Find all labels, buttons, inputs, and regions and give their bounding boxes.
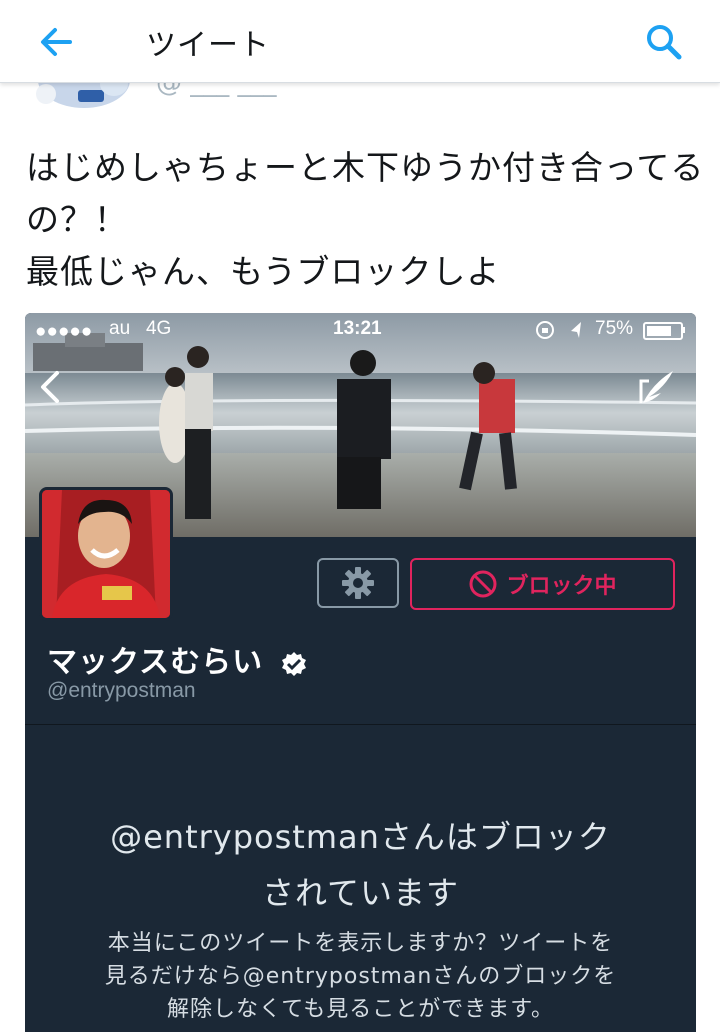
profile-screen-name: @entrypostman — [47, 679, 196, 702]
settings-button[interactable] — [317, 558, 399, 608]
profile-back-button[interactable] — [35, 367, 65, 407]
divider — [25, 724, 696, 725]
avatar-image — [42, 490, 170, 618]
compose-tweet-button[interactable] — [635, 365, 679, 409]
signal-strength: ●●●●● — [35, 321, 93, 342]
attached-screenshot[interactable]: ●●●●● au 4G 13:21 75% ブロック中 マックスむらい @ent… — [25, 313, 696, 1032]
profile-avatar[interactable] — [39, 487, 173, 621]
location-rotation-icons — [536, 321, 581, 339]
top-app-bar: ツイート — [0, 0, 720, 83]
battery-level — [647, 326, 671, 336]
blocked-notice-title: @entrypostmanさんはブロック されています — [110, 818, 611, 912]
gear-icon — [342, 567, 374, 599]
back-button[interactable] — [36, 22, 76, 62]
profile-display-name: マックスむらい — [47, 637, 307, 681]
verified-badge-icon — [281, 651, 306, 676]
carrier-label: au 4G — [109, 318, 171, 340]
page-title: ツイート — [146, 28, 270, 63]
network-type: 4G — [145, 318, 172, 339]
carrier-name: au — [109, 318, 131, 339]
search-button[interactable] — [644, 22, 684, 62]
tweet-author-row[interactable]: @ ___ ___ — [0, 82, 720, 122]
battery-percent: 75% — [595, 318, 634, 339]
arrow-left-icon — [41, 28, 72, 56]
blocked-notice-description: 本当にこのツイートを表示しますか？ツイートを 見るだけなら@entrypostm… — [104, 931, 617, 1022]
tweet-text: はじめしゃちょーと木下ゆうか付き合ってるの？！ 最低じゃん、もうブロックしよ — [26, 148, 705, 291]
search-icon — [647, 25, 682, 60]
author-handle-obscured: @ ___ ___ — [156, 82, 277, 98]
author-avatar[interactable] — [32, 82, 136, 114]
status-bar: ●●●●● au 4G 13:21 75% — [25, 313, 696, 347]
battery-tip — [682, 327, 685, 333]
compose-quill-icon — [639, 371, 673, 403]
display-name-text: マックスむらい — [47, 645, 264, 680]
blocked-button-label: ブロック中 — [506, 574, 617, 599]
block-icon — [469, 570, 497, 598]
status-time: 13:21 — [333, 318, 382, 339]
blocked-button[interactable]: ブロック中 — [410, 558, 675, 610]
battery-icon — [643, 322, 683, 340]
chevron-left-icon — [41, 371, 59, 403]
